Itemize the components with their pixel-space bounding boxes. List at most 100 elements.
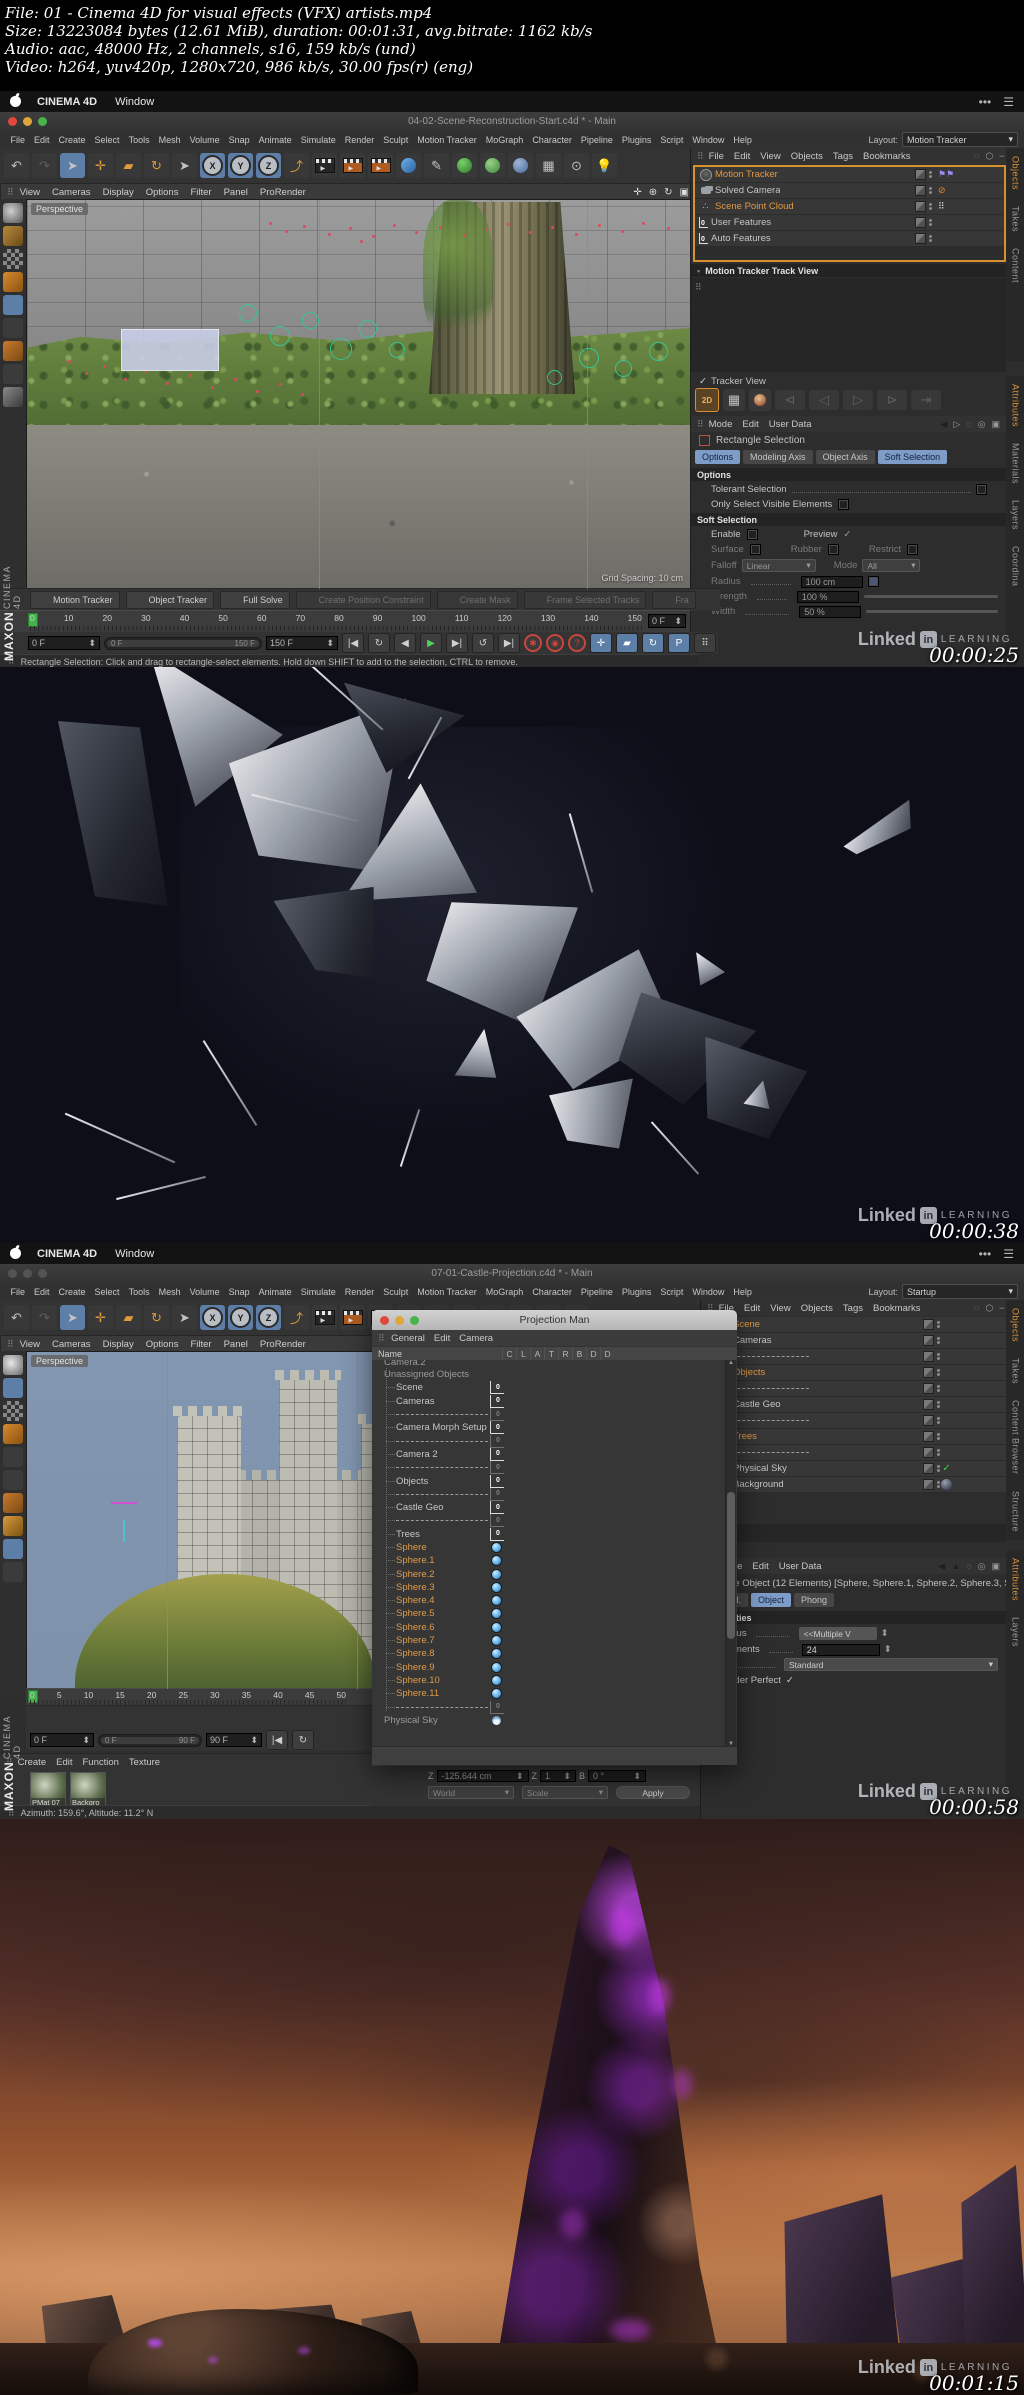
object-manager-menu-item[interactable]: Bookmarks xyxy=(858,151,916,162)
track-backward-icon[interactable]: ⊲ xyxy=(775,390,805,410)
menu-item[interactable]: Motion Tracker xyxy=(413,135,482,145)
transform-mode-dropdown[interactable]: Scale ▾ xyxy=(522,1786,608,1799)
magnet-icon[interactable] xyxy=(3,1516,23,1536)
object-manager-menu-item[interactable]: View xyxy=(765,1303,795,1314)
enable-checkbox[interactable] xyxy=(746,529,758,540)
minimize-icon[interactable]: − xyxy=(999,1303,1004,1314)
redo-button[interactable]: ↷ xyxy=(32,153,57,178)
floor-button[interactable]: ▦ xyxy=(536,153,561,178)
tracker-action-button[interactable]: Fra xyxy=(652,591,696,609)
z-scale-field[interactable]: 1 ⬍ xyxy=(540,1770,576,1782)
list-icon[interactable]: ☰ xyxy=(1003,95,1014,109)
viewport-menu-item[interactable]: ProRender xyxy=(254,187,312,198)
search-icon[interactable]: ◌ xyxy=(966,419,971,430)
object-manager-menu-item[interactable]: Bookmarks xyxy=(868,1303,926,1314)
rotate-tool[interactable]: ↻ xyxy=(144,153,169,178)
apple-icon[interactable] xyxy=(10,96,21,107)
dialog-list-row[interactable]: Camera.2 xyxy=(372,1360,726,1368)
object-row[interactable]: Castle Geo xyxy=(701,1397,1006,1413)
menu-item[interactable]: File xyxy=(6,135,30,145)
model-mode-icon[interactable] xyxy=(3,226,23,246)
column-letter[interactable]: T xyxy=(544,1347,558,1361)
menu-item[interactable]: Script xyxy=(656,1287,688,1297)
dialog-row-icon[interactable] xyxy=(490,1421,504,1435)
menu-item[interactable]: Snap xyxy=(224,135,254,145)
minimize-icon[interactable]: − xyxy=(999,151,1004,162)
workplane-mode-icon[interactable] xyxy=(3,272,23,292)
dialog-list-row[interactable]: Sphere.11 xyxy=(372,1687,726,1700)
menu-item[interactable]: Simulate xyxy=(296,135,340,145)
dialog-row-icon[interactable] xyxy=(490,1661,503,1673)
render-view-button[interactable] xyxy=(312,153,337,178)
make-editable-icon[interactable] xyxy=(3,203,23,223)
object-row[interactable]: Background xyxy=(701,1477,1006,1493)
search-icon[interactable]: ◌ xyxy=(974,1303,979,1314)
attribute-tab[interactable]: Object Axis xyxy=(815,450,875,464)
camera-button[interactable]: ⊙ xyxy=(564,153,589,178)
menu-item[interactable]: Pipeline xyxy=(576,135,617,145)
dialog-menu-item[interactable]: Camera xyxy=(455,1333,498,1344)
column-letter[interactable]: L xyxy=(516,1347,530,1361)
type-dropdown[interactable]: Standard ▾ xyxy=(784,1658,998,1671)
attribute-menu-item[interactable]: Edit xyxy=(737,419,763,430)
dialog-row-icon[interactable] xyxy=(490,1474,504,1488)
tracker-action-button[interactable]: Object Tracker xyxy=(125,591,215,609)
undo-button[interactable]: ↶ xyxy=(4,1305,29,1330)
column-letter[interactable]: A xyxy=(530,1347,544,1361)
column-letter[interactable]: D xyxy=(586,1347,600,1361)
dialog-list-row[interactable] xyxy=(372,1514,726,1528)
model-mode-icon[interactable] xyxy=(3,1378,23,1398)
history-back-icon[interactable]: ◀ xyxy=(940,419,947,430)
traffic-lights[interactable] xyxy=(8,1269,47,1278)
only-visible-checkbox[interactable] xyxy=(838,499,850,510)
attribute-side-tab[interactable]: Attributes xyxy=(1011,1558,1021,1601)
ellipsis-icon[interactable]: ••• xyxy=(979,95,992,109)
tracker-action-button[interactable]: Full Solve xyxy=(220,591,290,609)
viewport-menu-item[interactable]: View xyxy=(14,187,46,198)
z-axis-lock[interactable]: Z xyxy=(256,153,281,178)
loop-button[interactable]: ↺ xyxy=(472,633,494,653)
viewport-menu-item[interactable]: Filter xyxy=(184,187,217,198)
object-manager-menu-item[interactable]: Edit xyxy=(729,151,755,162)
parameter-key-toggle[interactable]: P xyxy=(668,633,690,653)
dialog-row-icon[interactable] xyxy=(490,1447,504,1461)
dialog-list-row[interactable]: Sphere.6 xyxy=(372,1621,726,1634)
soft-selection-header[interactable]: Soft Selection xyxy=(691,513,1006,526)
track-to-frame-icon[interactable]: ⇥ xyxy=(911,390,941,410)
menu-item[interactable]: Snap xyxy=(224,1287,254,1297)
dialog-list-row[interactable]: Sphere.5 xyxy=(372,1607,726,1620)
manager-tab[interactable]: Structure xyxy=(1011,1491,1021,1532)
dialog-list-row[interactable]: Cameras xyxy=(372,1394,726,1408)
dialog-row-icon[interactable] xyxy=(490,1595,503,1607)
snap-lock-icon[interactable] xyxy=(3,1539,23,1559)
menu-item[interactable]: Tools xyxy=(124,135,154,145)
polygons-mode-icon[interactable] xyxy=(3,1493,23,1513)
dialog-list-row[interactable]: Trees xyxy=(372,1527,726,1541)
object-row[interactable]: User Features xyxy=(695,215,1004,231)
menu-item[interactable]: Edit xyxy=(30,1287,55,1297)
last-tool[interactable]: ➤ xyxy=(172,153,197,178)
properties-header[interactable]: Properties xyxy=(701,1611,1006,1624)
record-button[interactable]: ✱ xyxy=(524,634,542,652)
object-row[interactable]: Objects xyxy=(701,1365,1006,1381)
visibility-toggles[interactable] xyxy=(915,185,932,196)
viewport-solo-icon[interactable] xyxy=(3,387,23,407)
visibility-toggles[interactable] xyxy=(923,1319,940,1330)
dialog-list-row[interactable]: Sphere.8 xyxy=(372,1647,726,1660)
viewport-menu-item[interactable]: Display xyxy=(97,187,140,198)
viewport-menu-item[interactable]: Options xyxy=(140,1339,185,1350)
dialog-row-icon[interactable] xyxy=(490,1487,504,1501)
menu-item[interactable]: Animate xyxy=(254,135,296,145)
lock-icon[interactable]: ◎ xyxy=(978,1561,986,1572)
column-letter[interactable]: D xyxy=(600,1347,614,1361)
keyframe-button[interactable]: ◉ xyxy=(546,634,564,652)
coordinate-system-toggle[interactable]: ⤴ xyxy=(284,153,309,178)
apply-button[interactable]: Apply xyxy=(616,1786,690,1799)
menu-item[interactable]: Select xyxy=(90,1287,124,1297)
menu-item[interactable]: Create xyxy=(54,135,90,145)
goto-start-button[interactable]: |◀ xyxy=(342,633,364,653)
position-key-toggle[interactable]: ✛ xyxy=(590,633,612,653)
width-field[interactable]: 50 % xyxy=(799,605,862,618)
radius-field[interactable]: <<Multiple V xyxy=(798,1627,877,1640)
viewport-menu-item[interactable]: Filter xyxy=(184,1339,217,1350)
